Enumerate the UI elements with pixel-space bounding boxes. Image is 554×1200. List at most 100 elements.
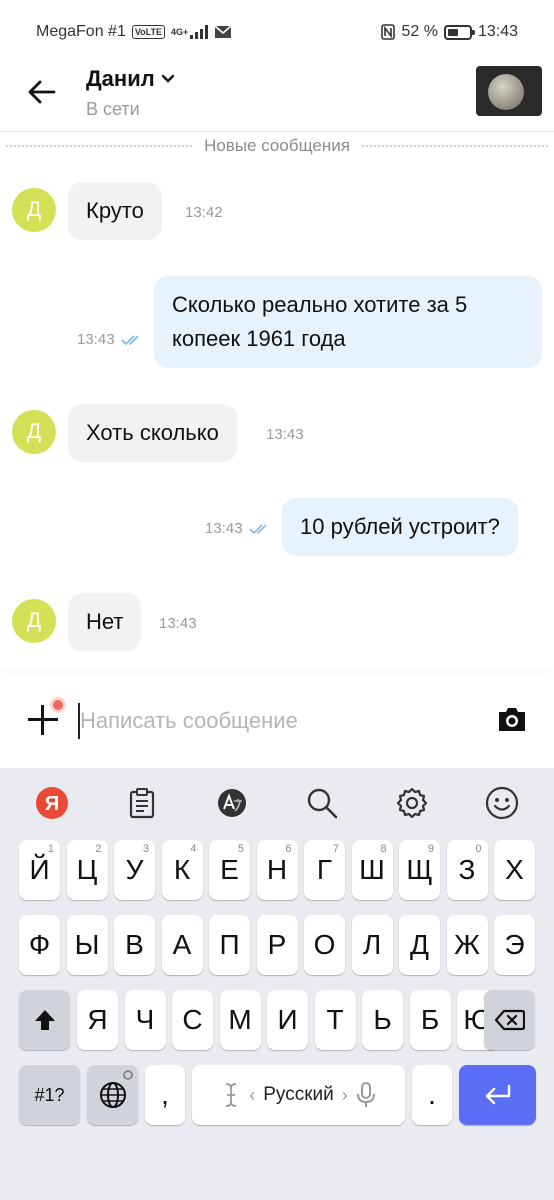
letter-key[interactable]: Ц2 xyxy=(66,840,108,900)
letter-key[interactable]: О xyxy=(304,915,345,975)
key-label: К xyxy=(173,854,191,885)
key-label: Э xyxy=(504,929,525,960)
key-label: Ф xyxy=(28,929,51,960)
letter-key[interactable]: Ч xyxy=(124,990,166,1050)
letter-key[interactable]: Ь xyxy=(362,990,403,1050)
letter-key[interactable]: Д xyxy=(399,915,440,975)
key-label: Т xyxy=(326,1004,344,1035)
message-time: 13:42 xyxy=(185,204,223,221)
key-number-hint: 4 xyxy=(190,843,197,855)
letter-key[interactable]: Ы xyxy=(66,915,108,975)
letter-key[interactable]: Э xyxy=(494,915,535,975)
contact-avatar[interactable]: Д xyxy=(12,410,56,454)
globe-icon xyxy=(99,1082,126,1108)
letter-key[interactable]: К4 xyxy=(161,840,203,900)
clipboard-icon[interactable] xyxy=(125,786,159,820)
letter-key[interactable]: У3 xyxy=(114,840,155,900)
message-bubble-incoming[interactable]: Нет xyxy=(68,593,142,651)
letter-key[interactable]: Л xyxy=(351,915,393,975)
comma-key[interactable]: , xyxy=(145,1065,185,1125)
svg-text:Я: Я xyxy=(45,793,59,815)
search-icon[interactable] xyxy=(305,786,339,820)
key-label: Ы xyxy=(74,929,100,960)
network-type: 4G+ xyxy=(171,27,189,37)
battery-icon xyxy=(443,24,475,40)
message-bubble-incoming[interactable]: Круто xyxy=(68,182,162,240)
letter-key[interactable]: Й1 xyxy=(19,840,60,900)
letter-key[interactable]: Г7 xyxy=(304,840,345,900)
key-label: Я xyxy=(87,1004,108,1035)
key-label: В xyxy=(125,929,144,960)
letter-key[interactable]: В xyxy=(114,915,155,975)
key-label: Н xyxy=(266,854,288,885)
key-label: Д xyxy=(410,929,429,960)
double-check-icon xyxy=(120,334,139,345)
letter-key[interactable]: М xyxy=(219,990,261,1050)
key-label: Х xyxy=(505,854,524,885)
arrow-left-icon xyxy=(28,80,56,104)
message-time: 13:43 xyxy=(266,426,304,443)
key-label: У xyxy=(125,854,144,885)
new-messages-divider: Новые сообщения xyxy=(0,132,554,160)
language-key[interactable] xyxy=(87,1065,138,1125)
key-number-hint: 1 xyxy=(47,843,54,855)
clock: 13:43 xyxy=(477,23,518,40)
message-composer xyxy=(0,673,554,768)
letter-key[interactable]: Б xyxy=(409,990,451,1050)
camera-icon[interactable] xyxy=(496,705,528,733)
attach-button[interactable] xyxy=(26,697,66,737)
key-label: Б xyxy=(420,1004,440,1035)
key-label: Ч xyxy=(135,1004,155,1035)
period-key[interactable]: . xyxy=(412,1065,452,1125)
key-label: А xyxy=(172,929,192,960)
back-button[interactable] xyxy=(24,74,60,110)
letter-key[interactable]: Ж xyxy=(446,915,488,975)
backspace-key[interactable] xyxy=(484,990,535,1050)
key-number-hint: 3 xyxy=(142,843,149,855)
shift-key[interactable] xyxy=(19,990,70,1050)
message-text-line: Сколько реально хотите за 5 xyxy=(172,292,468,317)
yandex-icon[interactable]: Я xyxy=(35,786,69,820)
translate-icon[interactable] xyxy=(215,786,249,820)
key-number-hint: 2 xyxy=(95,843,102,855)
enter-key[interactable] xyxy=(459,1065,536,1125)
key-label: Й xyxy=(29,854,50,885)
letter-key[interactable]: Х xyxy=(494,840,535,900)
double-check-icon xyxy=(248,523,267,534)
message-bubble-outgoing[interactable]: Сколько реально хотите за 5 копеек 1961 … xyxy=(154,276,542,368)
chevron-down-icon xyxy=(161,74,174,83)
letter-key[interactable]: Т xyxy=(314,990,356,1050)
letter-key[interactable]: Ш8 xyxy=(351,840,393,900)
emoji-icon[interactable] xyxy=(485,786,519,820)
message-bubble-incoming[interactable]: Хоть сколько xyxy=(68,404,237,462)
message-input[interactable] xyxy=(78,703,458,739)
nfc-icon xyxy=(381,24,396,40)
letter-key[interactable]: П xyxy=(209,915,250,975)
letter-key[interactable]: И xyxy=(267,990,308,1050)
space-key[interactable]: ‹ Русский › xyxy=(192,1065,405,1125)
message-time: 13:43 xyxy=(159,615,197,632)
space-label: Русский xyxy=(263,1084,334,1105)
key-label: С xyxy=(182,1004,203,1035)
key-label: Г xyxy=(316,854,333,885)
letter-key[interactable]: Ф xyxy=(19,915,60,975)
letter-key[interactable]: З0 xyxy=(446,840,488,900)
key-number-hint: 8 xyxy=(380,843,387,855)
letter-key[interactable]: А xyxy=(161,915,203,975)
settings-icon[interactable] xyxy=(395,786,429,820)
letter-key[interactable]: Р xyxy=(256,915,298,975)
key-label: Щ xyxy=(406,854,433,885)
contact-avatar[interactable]: Д xyxy=(12,599,56,643)
letter-key[interactable]: Я xyxy=(77,990,118,1050)
symbols-key[interactable]: #1? xyxy=(19,1065,80,1125)
message-bubble-outgoing[interactable]: 10 рублей устроит? xyxy=(282,498,518,556)
letter-key[interactable]: Е5 xyxy=(209,840,250,900)
new-messages-label: Новые сообщения xyxy=(204,136,350,155)
keyboard: Я Й1Ц2У3К4Е5Н6Г7Ш8Щ9З0Х ФЫВАПРОЛДЖЭ ЯЧСМ… xyxy=(0,768,554,1200)
contact-name-button[interactable]: Данил xyxy=(86,66,175,92)
letter-key[interactable]: Щ9 xyxy=(399,840,440,900)
listing-thumbnail[interactable] xyxy=(476,66,542,116)
letter-key[interactable]: Н6 xyxy=(256,840,298,900)
letter-key[interactable]: С xyxy=(172,990,213,1050)
contact-avatar[interactable]: Д xyxy=(12,188,56,232)
